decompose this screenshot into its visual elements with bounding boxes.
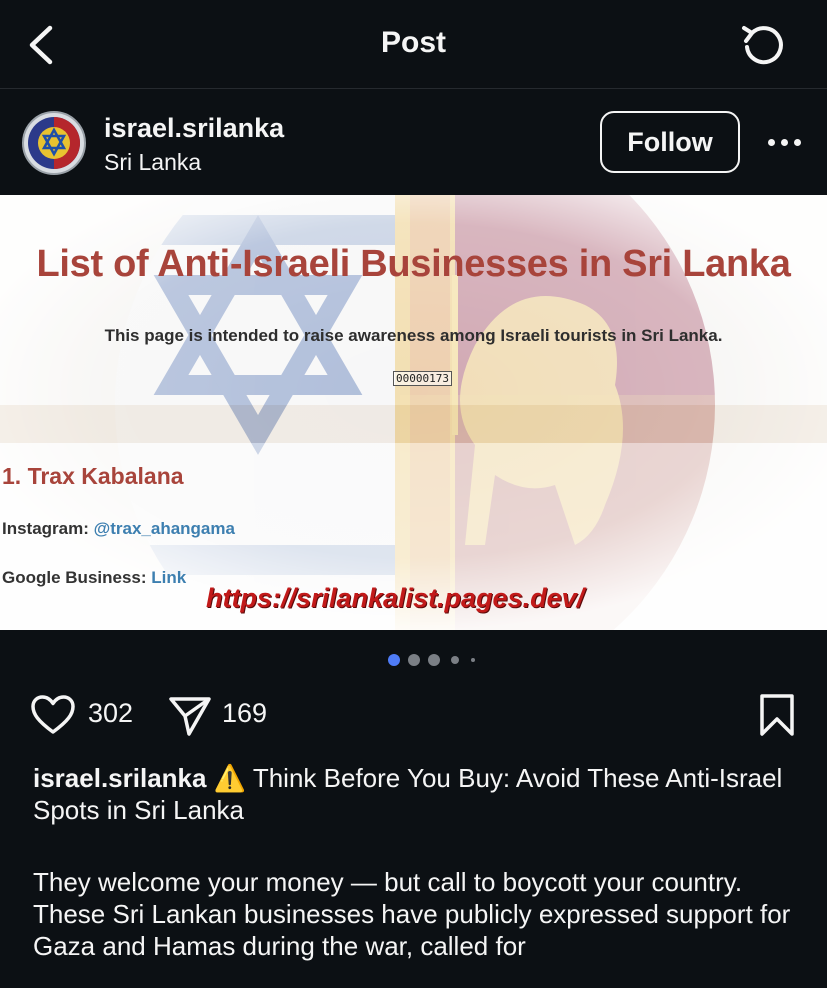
avatar[interactable] [22,111,86,175]
instagram-handle: @trax_ahangama [93,519,235,538]
flag-emblem-icon [28,117,80,169]
google-business-link: Link [151,568,187,587]
caption: israel.srilanka ⚠️ Think Before You Buy:… [33,762,803,826]
post-header: israel.srilanka Sri Lanka Follow [0,89,827,195]
bookmark-icon[interactable] [758,692,796,738]
caption-line: These Sri Lankan businesses have publicl… [33,899,791,961]
share-count[interactable]: 169 [222,698,267,729]
caption-body: They welcome your money — but call to bo… [33,866,803,962]
caption-line: They welcome your money — but call to bo… [33,867,743,897]
post-image[interactable]: List of Anti-Israeli Businesses in Sri L… [0,195,827,630]
visit-counter: 00000173 [393,371,452,386]
post-location[interactable]: Sri Lanka [104,149,201,176]
carousel-dot [451,656,459,664]
warning-emoji: ⚠️ [213,763,247,793]
instagram-label: Instagram: [2,519,89,538]
image-title: List of Anti-Israeli Businesses in Sri L… [36,243,791,285]
google-business-label: Google Business: [2,568,147,587]
instagram-line: Instagram: @trax_ahangama [2,519,235,539]
action-bar: 302 169 [0,688,827,744]
follow-button[interactable]: Follow [600,111,740,173]
heart-icon[interactable] [30,694,76,736]
carousel-dot [471,658,475,662]
page-title: Post [380,26,446,59]
business-name: 1. Trax Kabalana [2,463,184,489]
send-icon[interactable] [168,694,212,738]
carousel-indicator [0,654,827,666]
top-bar: Post [0,0,827,89]
more-horizontal-icon[interactable] [766,127,802,157]
like-count[interactable]: 302 [88,698,133,729]
carousel-dot [388,654,400,666]
image-url-watermark: https://srilankalist.pages.dev/ [206,583,585,613]
carousel-dot [408,654,420,666]
google-business-line: Google Business: Link [2,568,186,588]
refresh-icon[interactable] [739,20,789,70]
caption-username[interactable]: israel.srilanka [33,763,206,793]
image-subtitle: This page is intended to raise awareness… [104,326,723,345]
carousel-dot [428,654,440,666]
post-username[interactable]: israel.srilanka [104,113,284,144]
